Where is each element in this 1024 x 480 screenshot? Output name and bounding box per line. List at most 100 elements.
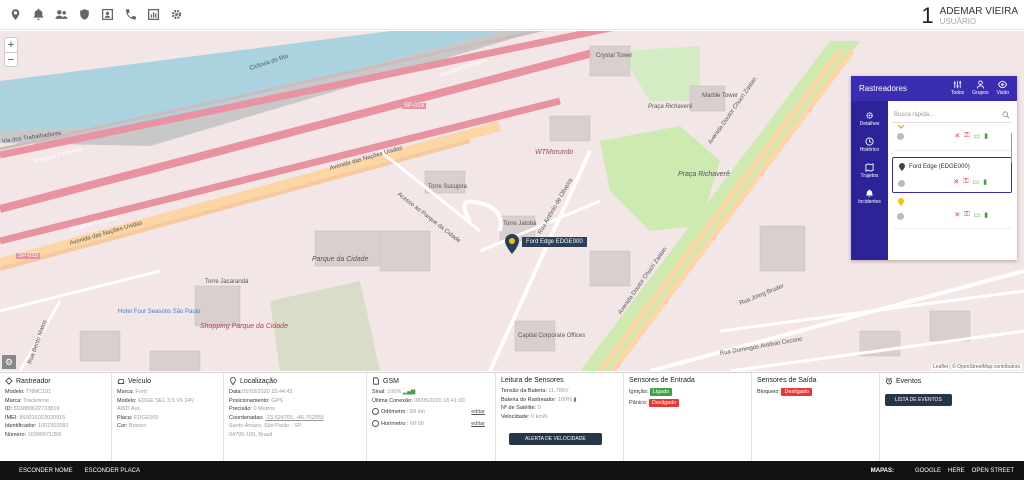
hide-name-button[interactable]: ESCONDER NOME <box>19 468 73 474</box>
battery-icon: ▭ <box>973 212 981 219</box>
close-icon[interactable]: ✕ <box>954 132 960 140</box>
map-label: Torre Jacarandá <box>205 279 249 285</box>
coordinates-link[interactable]: -23.624765, -46.702555 <box>265 415 324 421</box>
zoom-in-button[interactable]: + <box>5 38 17 52</box>
location-section-title: Localização <box>240 377 277 385</box>
user-name: ADEMAR VIEIRA <box>939 6 1018 17</box>
info-row: Modelo: TNMC101 <box>5 388 106 397</box>
lock-icon: ▮ <box>984 212 988 219</box>
info-row: Santo Amaro, São Paulo - SP, <box>229 422 361 431</box>
tracker-info-section: Rastreador Modelo: TNMC101 Marca: Trackm… <box>0 373 112 461</box>
output-sensors-title: Sensores de Saída <box>757 377 817 384</box>
map-label: Capital Corporate Offices <box>518 333 586 339</box>
user-block[interactable]: 1 ADEMAR VIEIRA USUÁRIO <box>921 3 1018 29</box>
map-here-button[interactable]: HERE <box>948 468 965 474</box>
info-value: 0 Metros <box>253 406 275 412</box>
edit-hourmeter-link[interactable]: editar <box>471 420 485 429</box>
section-title: Eventos <box>885 377 1011 385</box>
tracker-list-item-selected[interactable]: Ford Edge (EDGE000) ✕ ⚿ ▭ ▮ <box>892 157 1012 193</box>
trackers-view-tabs: Todos Grupos Visão <box>951 80 1009 96</box>
tracker-actions: ✕ ⚿ ▭ ▮ <box>953 178 987 186</box>
side-incidents-label: Incidentes <box>858 199 881 205</box>
info-value: 11.786V <box>548 388 569 394</box>
side-routes-button[interactable]: Trajetos <box>851 159 888 185</box>
info-value: 16999971356 <box>27 431 62 438</box>
info-row: Ignição: Ligado <box>629 387 746 398</box>
tracker-section-title: Rastreador <box>16 377 51 385</box>
edit-odometer-link[interactable]: editar <box>471 408 485 417</box>
gear-icon[interactable] <box>169 8 183 22</box>
close-icon[interactable]: ✕ <box>953 178 959 186</box>
status-dot <box>898 180 905 187</box>
map-label: Torre Sucupira <box>428 184 468 190</box>
map-label: Torre Jatobá <box>503 221 537 227</box>
info-value: 0 km/h <box>530 413 548 420</box>
map-google-button[interactable]: GOOGLE <box>915 468 941 474</box>
info-key: Data: <box>229 389 243 395</box>
shield-icon[interactable] <box>77 8 91 22</box>
hide-plate-button[interactable]: ESCONDER PLACA <box>85 468 140 474</box>
side-details-label: Detalhes <box>859 121 880 127</box>
key-icon[interactable]: ⚿ <box>964 211 969 219</box>
map-label: Praça Richaverê <box>648 104 693 110</box>
events-section-title: Eventos <box>896 377 922 385</box>
map-label: Shopping Parque da Cidade <box>200 323 288 330</box>
key-icon[interactable]: ⚿ <box>964 132 969 140</box>
view-all-tab[interactable]: Todos <box>951 80 964 96</box>
users-icon[interactable] <box>54 8 68 22</box>
info-row: Placa: EDGE000 <box>117 414 218 423</box>
info-key: Horímetro : <box>381 420 409 427</box>
info-row: Modelo: EDGE SEL 3.5 V6 24V <box>117 397 218 406</box>
map-openstreet-button[interactable]: OPEN STREET <box>972 468 1014 474</box>
close-icon[interactable]: ✕ <box>954 211 960 219</box>
zoom-control: + − <box>4 37 18 67</box>
map-label: Marble Tower <box>702 93 738 99</box>
location-pin-icon[interactable] <box>8 8 22 22</box>
tracker-list-item[interactable]: ✕ ⚿ ▭ ▮ <box>892 123 1012 151</box>
info-value: Santo Amaro, São Paulo - SP, <box>229 423 303 429</box>
info-key: Sinal: <box>372 389 386 395</box>
speed-alert-wrap: ALERTA DE VELOCIDADE <box>501 427 618 445</box>
speed-alert-button[interactable]: ALERTA DE VELOCIDADE <box>509 433 602 445</box>
info-value: GPS <box>271 397 283 404</box>
side-history-button[interactable]: Histórico <box>851 133 888 159</box>
vehicle-marker-icon[interactable] <box>505 234 519 254</box>
status-dot <box>897 213 904 220</box>
map-settings-icon[interactable]: ⚙ <box>2 355 16 369</box>
location-pin-icon <box>899 163 905 171</box>
info-row: Marca: Ford <box>117 388 218 397</box>
top-nav-icons <box>0 8 183 22</box>
tracker-list-item[interactable]: ✕ ⚿ ▭ ▮ <box>892 193 1012 229</box>
zoom-out-button[interactable]: − <box>5 52 17 66</box>
info-row: Nº de Satélite: 0 <box>501 404 618 413</box>
view-vision-tab[interactable]: Visão <box>997 80 1009 96</box>
info-row: Identificador: 1602302091 <box>5 422 106 431</box>
app-root: 1 ADEMAR VIEIRA USUÁRIO Marginal Pinheir… <box>0 0 1024 480</box>
events-list-button[interactable]: LISTA DE EVENTOS <box>885 394 952 406</box>
map-view[interactable]: Marginal Pinheiros Marginal Pinheiros Ma… <box>0 31 1024 371</box>
key-icon[interactable]: ⚿ <box>963 178 968 186</box>
gsm-info-section: GSM Sinal: 100% ▂▄▆ Última Conexão: 08/0… <box>367 373 496 461</box>
side-history-label: Histórico <box>859 147 880 153</box>
info-row: Marca: Trackmme <box>5 397 106 406</box>
side-details-button[interactable]: Detalhes <box>851 107 888 133</box>
contact-card-icon[interactable] <box>100 8 114 22</box>
info-key: Identificador: <box>5 423 37 429</box>
view-vision-label: Visão <box>996 90 1009 96</box>
map-icon <box>865 163 874 172</box>
info-value: 100% <box>557 396 572 403</box>
side-incidents-button[interactable]: Incidentes <box>851 185 888 211</box>
phone-icon[interactable] <box>123 8 137 22</box>
info-row: Tensão da Bateria: 11.786V <box>501 387 618 396</box>
view-groups-tab[interactable]: Grupos <box>972 80 989 96</box>
quick-search-input[interactable]: Busca rápida... <box>892 109 1012 123</box>
list-scrollbar[interactable] <box>1011 133 1012 163</box>
info-row: Última Conexão: 08/05/2020 16:41:00 <box>372 397 490 406</box>
bell-icon[interactable] <box>31 8 45 22</box>
map-label: Hotel Four Seasons São Paulo <box>118 309 201 315</box>
settings-icon <box>866 112 873 119</box>
trackers-panel: Rastreadores Todos Grupos Visão Detalhes… <box>851 76 1017 260</box>
chart-icon[interactable] <box>146 8 160 22</box>
section-title: GSM <box>372 377 490 385</box>
info-key: Nº de Satélite: <box>501 405 537 411</box>
